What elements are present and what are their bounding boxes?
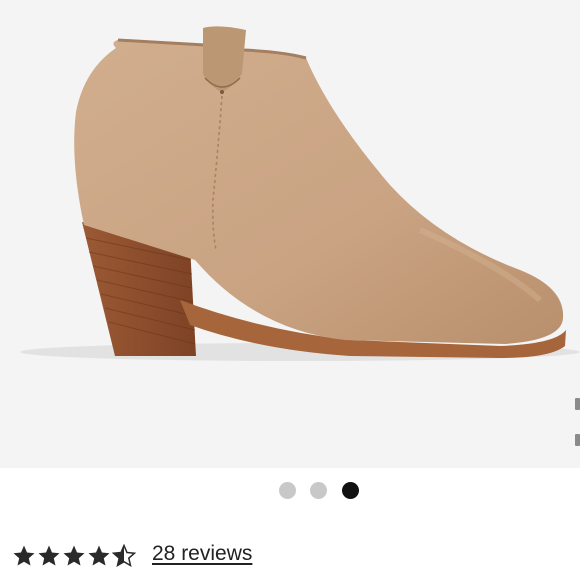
edge-marker — [575, 434, 580, 446]
star-rating — [12, 544, 142, 568]
star-half-icon — [112, 544, 136, 568]
star-full-icon — [13, 545, 35, 566]
star-full-icon — [63, 545, 85, 566]
reviews-link[interactable]: 28 reviews — [152, 542, 252, 566]
carousel-indicator — [0, 482, 580, 502]
ankle-boot-image — [20, 26, 580, 361]
product-image[interactable] — [0, 0, 580, 468]
carousel-dot-1[interactable] — [279, 482, 296, 499]
carousel-dot-2[interactable] — [310, 482, 327, 499]
edge-marker — [575, 398, 580, 410]
rating-row: 28 reviews — [12, 540, 572, 572]
carousel-dot-3[interactable] — [342, 482, 359, 499]
star-full-icon — [38, 545, 60, 566]
star-full-icon — [88, 545, 110, 566]
